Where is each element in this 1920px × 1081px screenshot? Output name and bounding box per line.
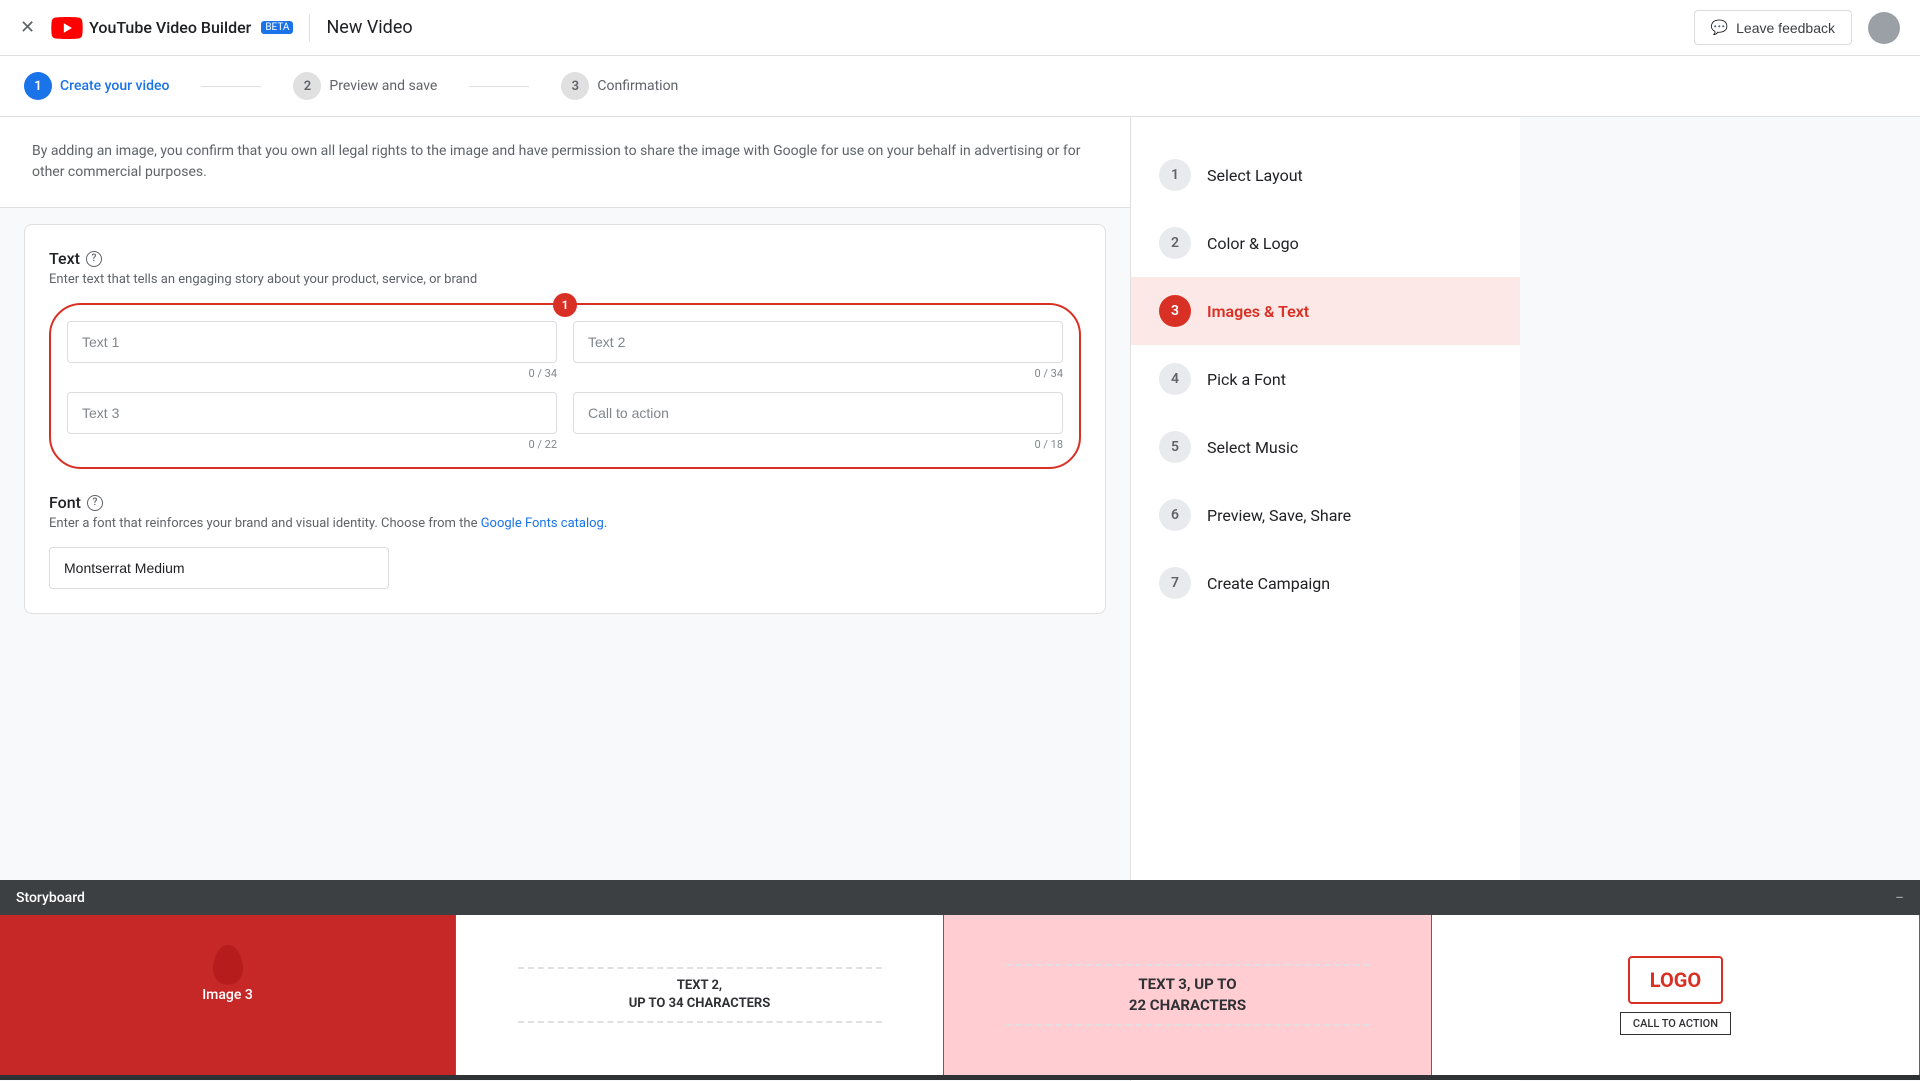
frame2-top-line (518, 967, 882, 969)
sidebar-step-5-circle: 5 (1159, 431, 1191, 463)
storyboard: Storyboard − Image 3 TEXT 2, UP TO 34 CH… (0, 880, 1920, 1080)
sidebar-item-4-label: Pick a Font (1207, 370, 1286, 389)
frame4-cta: CALL TO ACTION (1620, 1012, 1731, 1035)
sidebar-item-1-label: Select Layout (1207, 166, 1303, 185)
text-section-title: Text ? (49, 249, 1081, 268)
step-2-circle: 2 (293, 72, 321, 100)
sidebar-step-4-circle: 4 (1159, 363, 1191, 395)
text2-input[interactable] (573, 321, 1063, 363)
text1-input[interactable] (67, 321, 557, 363)
cta-char-count: 0 / 18 (573, 438, 1063, 451)
frame2-text: TEXT 2, UP TO 34 CHARACTERS (629, 977, 771, 1013)
cta-wrapper: 0 / 18 (573, 392, 1063, 451)
info-text: By adding an image, you confirm that you… (32, 141, 1098, 183)
sidebar-step-3-circle: 3 (1159, 295, 1191, 327)
sidebar-item-3-label: Images & Text (1207, 302, 1309, 321)
text3-input[interactable] (67, 392, 557, 434)
page-title: New Video (326, 17, 412, 38)
storyboard-frame-3[interactable]: TEXT 3, UP TO 22 CHARACTERS (944, 915, 1432, 1075)
text3-wrapper: 0 / 22 (67, 392, 557, 451)
text-badge: 1 (553, 293, 577, 317)
feedback-label: Leave feedback (1736, 20, 1835, 36)
sidebar-item-7-label: Create Campaign (1207, 574, 1330, 593)
sidebar-item-preview-save[interactable]: 6 Preview, Save, Share (1131, 481, 1520, 549)
sidebar-item-pick-font[interactable]: 4 Pick a Font (1131, 345, 1520, 413)
cta-input[interactable] (573, 392, 1063, 434)
text-section-subtitle: Enter text that tells an engaging story … (49, 272, 1081, 287)
text-fields-container: 1 0 / 34 0 / 34 0 / 22 (49, 303, 1081, 469)
step-3[interactable]: 3 Confirmation (561, 72, 678, 100)
sidebar-item-create-campaign[interactable]: 7 Create Campaign (1131, 549, 1520, 617)
sidebar-step-1-circle: 1 (1159, 159, 1191, 191)
sidebar-item-color-logo[interactable]: 2 Color & Logo (1131, 209, 1520, 277)
step-1-circle: 1 (24, 72, 52, 100)
storyboard-frame-4[interactable]: LOGO CALL TO ACTION (1432, 915, 1920, 1075)
sidebar-step-6-circle: 6 (1159, 499, 1191, 531)
sidebar-item-images-text[interactable]: 3 Images & Text (1131, 277, 1520, 345)
beta-badge: BETA (261, 21, 293, 34)
app-name: YouTube Video Builder (89, 18, 251, 37)
storyboard-frame-2[interactable]: TEXT 2, UP TO 34 CHARACTERS (456, 915, 944, 1075)
step-1-label: Create your video (60, 78, 169, 94)
step-2-label: Preview and save (329, 78, 437, 94)
storyboard-minimize-button[interactable]: − (1895, 888, 1904, 907)
frame2-bottom-line (518, 1021, 882, 1023)
avatar[interactable] (1868, 12, 1900, 44)
storyboard-title: Storyboard (16, 890, 85, 906)
youtube-logo: YouTube Video Builder BETA (51, 17, 293, 39)
sidebar-item-2-label: Color & Logo (1207, 234, 1299, 253)
storyboard-frame-1[interactable]: Image 3 (0, 915, 456, 1075)
frame4-logo: LOGO (1628, 956, 1723, 1004)
font-input[interactable] (49, 547, 389, 589)
feedback-icon: 💬 (1711, 19, 1728, 36)
youtube-icon (51, 17, 83, 39)
sidebar-item-select-layout[interactable]: 1 Select Layout (1131, 141, 1520, 209)
text2-char-count: 0 / 34 (573, 367, 1063, 380)
app-header: ✕ YouTube Video Builder BETA New Video 💬… (0, 0, 1920, 56)
frame1-water-drop (213, 945, 243, 985)
font-section-subtitle: Enter a font that reinforces your brand … (49, 516, 1081, 531)
storyboard-frames: Image 3 TEXT 2, UP TO 34 CHARACTERS TEXT… (0, 915, 1920, 1075)
text1-char-count: 0 / 34 (67, 367, 557, 380)
font-section-title: Font ? (49, 493, 1081, 512)
step-2[interactable]: 2 Preview and save (293, 72, 437, 100)
info-banner: By adding an image, you confirm that you… (0, 117, 1130, 208)
step-connector-2 (469, 86, 529, 87)
frame3-text: TEXT 3, UP TO 22 CHARACTERS (1129, 974, 1246, 1016)
frame1-label: Image 3 (202, 987, 253, 1003)
text-fields-row-1: 0 / 34 0 / 34 (67, 321, 1063, 380)
font-help-icon[interactable]: ? (87, 495, 103, 511)
font-section: Font ? Enter a font that reinforces your… (49, 493, 1081, 589)
stepper: 1 Create your video 2 Preview and save 3… (0, 56, 1920, 117)
google-fonts-link[interactable]: Google Fonts catalog (481, 516, 604, 531)
step-3-circle: 3 (561, 72, 589, 100)
step-1[interactable]: 1 Create your video (24, 72, 169, 100)
storyboard-header: Storyboard − (0, 880, 1920, 915)
close-icon[interactable]: ✕ (20, 17, 35, 38)
header-divider (309, 14, 310, 42)
leave-feedback-button[interactable]: 💬 Leave feedback (1694, 10, 1852, 45)
font-input-wrapper (49, 547, 389, 589)
step-3-label: Confirmation (597, 78, 678, 94)
text-fields-row-2: 0 / 22 0 / 18 (67, 392, 1063, 451)
sidebar-item-select-music[interactable]: 5 Select Music (1131, 413, 1520, 481)
step-connector-1 (201, 86, 261, 87)
text1-wrapper: 0 / 34 (67, 321, 557, 380)
text-section-card: Text ? Enter text that tells an engaging… (24, 224, 1106, 614)
text-help-icon[interactable]: ? (86, 251, 102, 267)
sidebar-step-2-circle: 2 (1159, 227, 1191, 259)
sidebar-item-6-label: Preview, Save, Share (1207, 506, 1351, 525)
sidebar-step-7-circle: 7 (1159, 567, 1191, 599)
frame3-bottom-line (1006, 1024, 1370, 1026)
text3-char-count: 0 / 22 (67, 438, 557, 451)
text2-wrapper: 0 / 34 (573, 321, 1063, 380)
frame3-top-line (1006, 964, 1370, 966)
sidebar-item-5-label: Select Music (1207, 438, 1298, 457)
